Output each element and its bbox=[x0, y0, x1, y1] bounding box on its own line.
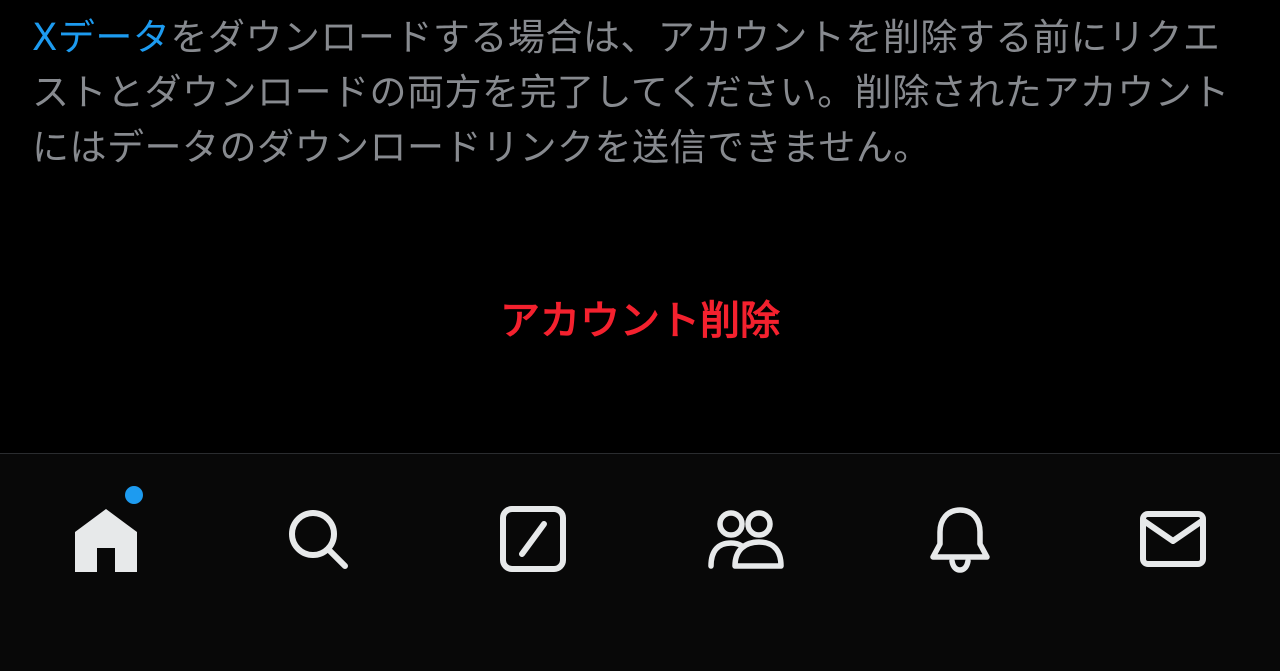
communities-icon bbox=[708, 510, 784, 569]
grok-icon bbox=[500, 506, 566, 572]
bell-icon bbox=[930, 507, 990, 573]
tab-search[interactable] bbox=[273, 494, 363, 584]
search-icon bbox=[289, 510, 348, 569]
home-icon bbox=[75, 509, 137, 572]
notice-body-text: をダウンロードする場合は、アカウントを削除する前にリクエストとダウンロードの両方… bbox=[32, 16, 1230, 169]
mail-icon bbox=[1140, 511, 1206, 567]
tab-communities[interactable] bbox=[700, 494, 790, 584]
tab-home[interactable] bbox=[61, 486, 151, 584]
delete-account-button[interactable]: アカウント削除 bbox=[0, 290, 1280, 352]
tab-grok[interactable] bbox=[488, 494, 578, 584]
tab-messages[interactable] bbox=[1128, 494, 1218, 584]
data-download-notice: Xデータをダウンロードする場合は、アカウントを削除する前にリクエストとダウンロー… bbox=[32, 10, 1257, 175]
notification-badge bbox=[125, 486, 143, 504]
bottom-tab-bar bbox=[0, 453, 1280, 671]
tab-notifications[interactable] bbox=[915, 494, 1005, 584]
x-data-link[interactable]: Xデータ bbox=[32, 16, 170, 59]
